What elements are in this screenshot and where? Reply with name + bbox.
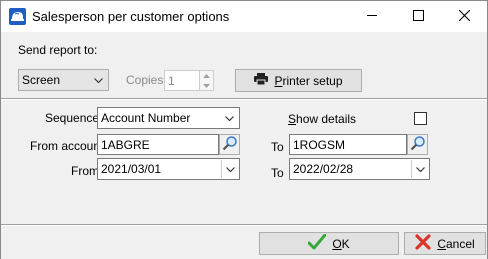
from-date-picker[interactable]: 2021/03/01 [97, 158, 240, 180]
copies-spinner[interactable] [199, 70, 214, 91]
show-details-label[interactable]: Show details [288, 112, 356, 126]
close-button[interactable] [441, 1, 487, 32]
copies-label: Copies: [126, 73, 167, 87]
cancel-button[interactable]: Cancel [404, 232, 486, 255]
sequence-value: Account Number [101, 111, 191, 125]
show-details-checkbox[interactable] [414, 112, 427, 125]
ok-button[interactable]: OK [259, 232, 399, 255]
maximize-icon [412, 9, 424, 24]
printer-setup-label: Printer setup [274, 73, 343, 88]
to-account-value: 1ROGSM [293, 138, 346, 152]
sequence-label: Sequence [45, 111, 100, 125]
title-bar[interactable]: Salesperson per customer options [1, 1, 487, 32]
chevron-down-icon [90, 71, 107, 89]
destination-select[interactable]: Screen [18, 69, 109, 91]
to-account-label: To [271, 140, 284, 154]
options-dialog: Salesperson per customer options Send re… [0, 0, 488, 259]
minimize-icon [366, 10, 378, 24]
close-icon [458, 9, 470, 24]
copies-input[interactable]: 1 [164, 70, 200, 91]
spin-up-icon[interactable] [200, 71, 213, 80]
ok-label: OK [332, 236, 350, 251]
cancel-x-icon [415, 234, 431, 253]
sequence-select[interactable]: Account Number [97, 107, 240, 129]
maximize-button[interactable] [395, 1, 441, 32]
to-date-label: To [271, 166, 284, 180]
chevron-down-icon[interactable] [411, 160, 428, 178]
spin-down-icon[interactable] [200, 81, 213, 90]
magnifier-icon [222, 135, 238, 154]
from-date-value: 2021/03/01 [101, 162, 162, 176]
from-account-lookup-button[interactable] [219, 134, 240, 155]
app-helmet-icon [9, 8, 26, 25]
chevron-down-icon [221, 109, 238, 127]
from-account-value: 1ABGRE [101, 138, 150, 152]
destination-value: Screen [22, 73, 61, 87]
copies-value: 1 [168, 74, 175, 88]
from-account-label: From account [30, 139, 104, 153]
to-date-picker[interactable]: 2022/02/28 [289, 158, 430, 180]
minimize-button[interactable] [349, 1, 395, 32]
from-account-input[interactable]: 1ABGRE [97, 134, 219, 155]
from-date-label: From [71, 164, 99, 178]
printer-setup-button[interactable]: Printer setup [235, 69, 362, 92]
check-icon [307, 233, 327, 253]
send-report-label: Send report to: [18, 43, 98, 57]
to-date-value: 2022/02/28 [293, 162, 354, 176]
window-title: Salesperson per customer options [32, 9, 230, 24]
to-account-lookup-button[interactable] [407, 134, 428, 155]
chevron-down-icon[interactable] [221, 160, 238, 178]
printer-icon [254, 73, 269, 88]
magnifier-icon [410, 135, 426, 154]
cancel-label: Cancel [437, 236, 475, 251]
to-account-input[interactable]: 1ROGSM [289, 134, 407, 155]
